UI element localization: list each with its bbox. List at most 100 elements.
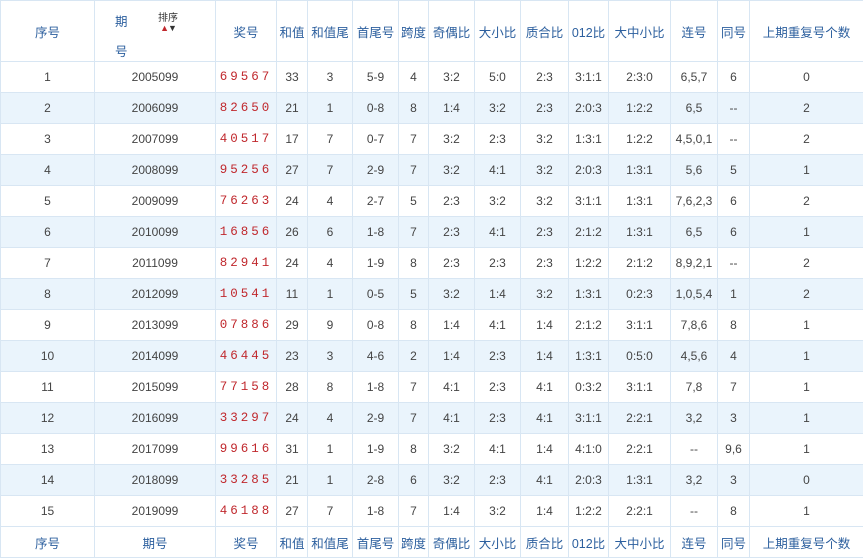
cell-odd-even: 3:2 xyxy=(428,154,475,186)
cell-ratio-012: 3:1:1 xyxy=(568,185,609,217)
table-row: 10 2014099 46445 23 3 4-6 2 1:4 2:3 1:4 1:3:1 0:5:0… xyxy=(0,340,863,372)
cell-big-small: 2:3 xyxy=(474,123,521,155)
cell-prime-composite: 2:3 xyxy=(520,247,569,279)
header-sum: 和值 xyxy=(276,0,308,62)
cell-sum: 27 xyxy=(276,495,308,527)
cell-odd-even: 3:2 xyxy=(428,433,475,465)
cell-sum: 33 xyxy=(276,61,308,93)
cell-prime-composite: 3:2 xyxy=(520,278,569,310)
cell-span: 7 xyxy=(398,402,429,434)
cell-sum: 31 xyxy=(276,433,308,465)
cell-big-mid-small: 1:2:2 xyxy=(608,123,671,155)
cell-consecutive: 6,5 xyxy=(670,216,718,248)
cell-numbers: 99616 xyxy=(215,433,277,465)
footer-consecutive: 连号 xyxy=(670,526,718,558)
cell-odd-even: 1:4 xyxy=(428,495,475,527)
cell-prime-composite: 2:3 xyxy=(520,216,569,248)
cell-big-small: 5:0 xyxy=(474,61,521,93)
header-period-line1: 期 xyxy=(115,15,128,29)
cell-first-last: 4-6 xyxy=(352,340,399,372)
cell-repeat-count: 1 xyxy=(749,495,863,527)
header-sum-tail: 和值尾 xyxy=(307,0,353,62)
cell-same: 3 xyxy=(717,402,750,434)
cell-period: 2010099 xyxy=(94,216,216,248)
cell-period: 2005099 xyxy=(94,61,216,93)
cell-sum: 11 xyxy=(276,278,308,310)
cell-consecutive: 1,0,5,4 xyxy=(670,278,718,310)
cell-period: 2016099 xyxy=(94,402,216,434)
cell-ratio-012: 1:2:2 xyxy=(568,247,609,279)
cell-big-small: 3:2 xyxy=(474,92,521,124)
cell-repeat-count: 1 xyxy=(749,309,863,341)
table-row: 4 2008099 95256 27 7 2-9 7 3:2 4:1 3:2 2:0:3 1:3:1 5… xyxy=(0,154,863,186)
cell-span: 5 xyxy=(398,185,429,217)
cell-big-mid-small: 3:1:1 xyxy=(608,309,671,341)
cell-numbers: 46445 xyxy=(215,340,277,372)
table-footer-row: 序号 期号 奖号 和值 和值尾 首尾号 跨度 奇偶比 大小比 质合比 012比 … xyxy=(0,526,863,558)
cell-sum: 26 xyxy=(276,216,308,248)
cell-big-small: 2:3 xyxy=(474,464,521,496)
cell-consecutive: 4,5,6 xyxy=(670,340,718,372)
cell-numbers: 10541 xyxy=(215,278,277,310)
header-repeat-count: 上期重复号个数 xyxy=(749,0,863,62)
cell-consecutive: 3,2 xyxy=(670,464,718,496)
cell-first-last: 0-7 xyxy=(352,123,399,155)
cell-sum-tail: 1 xyxy=(307,433,353,465)
header-consecutive: 连号 xyxy=(670,0,718,62)
sort-up-icon[interactable]: ▲ xyxy=(160,23,169,33)
cell-big-mid-small: 1:3:1 xyxy=(608,464,671,496)
cell-period: 2008099 xyxy=(94,154,216,186)
cell-index: 11 xyxy=(0,371,95,403)
sort-toggle[interactable]: 排序 ▲▼ xyxy=(158,13,178,33)
cell-span: 8 xyxy=(398,309,429,341)
footer-same: 同号 xyxy=(717,526,750,558)
header-first-last: 首尾号 xyxy=(352,0,399,62)
cell-prime-composite: 4:1 xyxy=(520,464,569,496)
cell-first-last: 1-9 xyxy=(352,247,399,279)
cell-index: 2 xyxy=(0,92,95,124)
cell-prime-composite: 3:2 xyxy=(520,185,569,217)
cell-sum-tail: 4 xyxy=(307,247,353,279)
header-012: 012比 xyxy=(568,0,609,62)
cell-sum-tail: 3 xyxy=(307,61,353,93)
cell-same: -- xyxy=(717,92,750,124)
cell-same: 6 xyxy=(717,185,750,217)
cell-prime-composite: 1:4 xyxy=(520,340,569,372)
cell-prime-composite: 2:3 xyxy=(520,61,569,93)
cell-sum-tail: 1 xyxy=(307,92,353,124)
table-row: 8 2012099 10541 11 1 0-5 5 3:2 1:4 3:2 1:3:1 0:2:3 1… xyxy=(0,278,863,310)
cell-numbers: 16856 xyxy=(215,216,277,248)
cell-sum: 23 xyxy=(276,340,308,372)
cell-odd-even: 2:3 xyxy=(428,185,475,217)
cell-big-mid-small: 2:2:1 xyxy=(608,402,671,434)
cell-big-small: 1:4 xyxy=(474,278,521,310)
cell-numbers: 33285 xyxy=(215,464,277,496)
footer-sum-tail: 和值尾 xyxy=(307,526,353,558)
cell-ratio-012: 3:1:1 xyxy=(568,402,609,434)
cell-ratio-012: 2:0:3 xyxy=(568,92,609,124)
cell-period: 2015099 xyxy=(94,371,216,403)
cell-sum: 28 xyxy=(276,371,308,403)
cell-first-last: 1-8 xyxy=(352,216,399,248)
cell-sum: 24 xyxy=(276,402,308,434)
header-same: 同号 xyxy=(717,0,750,62)
cell-big-mid-small: 3:1:1 xyxy=(608,371,671,403)
cell-ratio-012: 1:3:1 xyxy=(568,340,609,372)
cell-repeat-count: 0 xyxy=(749,464,863,496)
table-row: 3 2007099 40517 17 7 0-7 7 3:2 2:3 3:2 1:3:1 1:2:2 4… xyxy=(0,123,863,155)
cell-ratio-012: 2:1:2 xyxy=(568,216,609,248)
cell-span: 2 xyxy=(398,340,429,372)
sort-down-icon[interactable]: ▼ xyxy=(168,23,177,33)
cell-ratio-012: 2:0:3 xyxy=(568,464,609,496)
table-row: 9 2013099 07886 29 9 0-8 8 1:4 4:1 1:4 2:1:2 3:1:1 7… xyxy=(0,309,863,341)
cell-prime-composite: 3:2 xyxy=(520,123,569,155)
cell-index: 3 xyxy=(0,123,95,155)
cell-numbers: 69567 xyxy=(215,61,277,93)
footer-first-last: 首尾号 xyxy=(352,526,399,558)
footer-period: 期号 xyxy=(94,526,216,558)
cell-numbers: 82941 xyxy=(215,247,277,279)
table-row: 5 2009099 76263 24 4 2-7 5 2:3 3:2 3:2 3:1:1 1:3:1 7… xyxy=(0,185,863,217)
table-row: 11 2015099 77158 28 8 1-8 7 4:1 2:3 4:1 0:3:2 3:1:1… xyxy=(0,371,863,403)
cell-big-small: 4:1 xyxy=(474,433,521,465)
cell-sum-tail: 7 xyxy=(307,123,353,155)
